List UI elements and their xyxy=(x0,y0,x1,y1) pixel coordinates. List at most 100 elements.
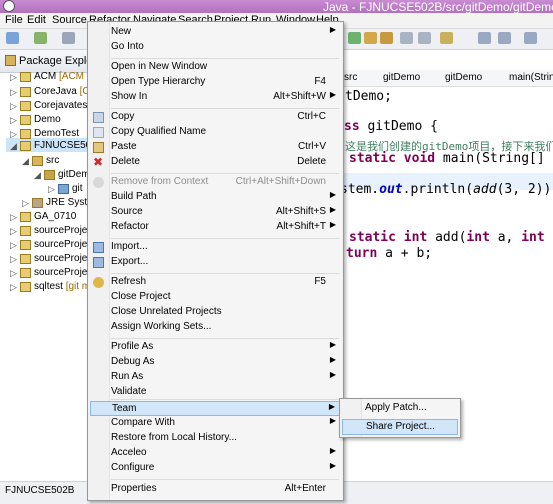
menu-item-profile-as[interactable]: Profile As ▶ xyxy=(90,340,341,355)
menu-item-open-new-window[interactable]: Open in New Window xyxy=(90,60,341,75)
code-line: tDemo; xyxy=(345,89,392,104)
expand-arrow-icon[interactable]: ▷ xyxy=(22,198,29,209)
perspective-icon[interactable] xyxy=(524,32,537,44)
project-folder-icon xyxy=(20,115,31,125)
menu-item-run-as[interactable]: Run As ▶ xyxy=(90,370,341,385)
menu-item-acceleo[interactable]: Acceleo ▶ xyxy=(90,446,341,461)
tree-label: DemoTest xyxy=(34,128,80,139)
new-icon[interactable] xyxy=(6,32,19,44)
menu-item-refactor[interactable]: Refactor Alt+Shift+T ▶ xyxy=(90,220,341,235)
back-icon[interactable] xyxy=(478,32,491,44)
open-type-icon[interactable] xyxy=(364,32,377,44)
last-edit-icon[interactable] xyxy=(440,32,453,44)
menu-item-team[interactable]: Team ▶ xyxy=(90,401,341,416)
import-icon xyxy=(93,242,104,253)
expand-arrow-icon[interactable]: ▷ xyxy=(10,226,17,237)
source-folder-icon xyxy=(32,156,43,166)
menu-item-apply-patch[interactable]: Apply Patch... xyxy=(342,401,458,417)
tree-label: sqltest xyxy=(34,281,63,292)
new-wizard-icon[interactable] xyxy=(34,32,47,44)
tree-label: GA_0710 xyxy=(34,211,77,222)
menu-item-source[interactable]: Source Alt+Shift+S ▶ xyxy=(90,205,341,220)
team-submenu: Apply Patch... Share Project... xyxy=(339,398,461,438)
project-folder-icon xyxy=(20,226,31,236)
collapse-arrow-icon[interactable]: ◢ xyxy=(10,141,17,152)
menu-item-paste[interactable]: Paste Ctrl+V xyxy=(90,140,341,155)
expand-arrow-icon[interactable]: ▷ xyxy=(10,87,17,98)
menu-item-properties[interactable]: Properties Alt+Enter xyxy=(90,482,341,497)
collapse-arrow-icon[interactable]: ◢ xyxy=(34,170,41,181)
tree-label: src xyxy=(46,155,60,166)
expand-arrow-icon[interactable]: ▷ xyxy=(10,129,17,140)
menu-separator xyxy=(111,479,339,480)
collapse-arrow-icon[interactable]: ◢ xyxy=(22,156,29,167)
menu-item-validate[interactable]: Validate xyxy=(90,385,341,400)
menu-item-copy-qualified-name[interactable]: Copy Qualified Name xyxy=(90,125,341,140)
search-icon[interactable] xyxy=(380,32,393,44)
refresh-icon xyxy=(93,277,104,288)
menu-file[interactable]: File xyxy=(5,14,23,26)
project-folder-icon xyxy=(20,282,31,292)
breadcrumb-package[interactable]: gitDemo xyxy=(383,72,420,83)
library-icon xyxy=(32,198,43,208)
menu-item-go-into[interactable]: Go Into xyxy=(90,40,341,55)
tree-label: sourceProject xyxy=(34,267,96,278)
menu-item-copy[interactable]: Copy Ctrl+C xyxy=(90,110,341,125)
forward-icon[interactable] xyxy=(498,32,511,44)
menu-item-open-type-hierarchy[interactable]: Open Type Hierarchy F4 xyxy=(90,75,341,90)
expand-arrow-icon[interactable]: ▷ xyxy=(10,72,17,83)
prev-annotation-icon[interactable] xyxy=(418,32,431,44)
breadcrumb-class[interactable]: gitDemo xyxy=(445,72,482,83)
menu-item-assign-working-sets[interactable]: Assign Working Sets... xyxy=(90,320,341,335)
code-line: ss gitDemo { xyxy=(344,119,438,134)
menu-item-close-project[interactable]: Close Project xyxy=(90,290,341,305)
project-folder-icon xyxy=(20,101,31,111)
menu-item-import[interactable]: Import... xyxy=(90,240,341,255)
menu-item-build-path[interactable]: Build Path ▶ xyxy=(90,190,341,205)
menu-edit[interactable]: Edit xyxy=(27,14,46,26)
menu-item-export[interactable]: Export... xyxy=(90,255,341,270)
context-menu: New ▶ Go Into Open in New Window Open Typ… xyxy=(87,21,344,501)
tree-label: ACM xyxy=(34,71,57,82)
expand-arrow-icon[interactable]: ▷ xyxy=(10,115,17,126)
menu-item-show-in[interactable]: Show In Alt+Shift+W ▶ xyxy=(90,90,341,105)
expand-arrow-icon[interactable]: ▷ xyxy=(10,240,17,251)
code-line: static int add(int a, int b xyxy=(349,230,553,245)
project-folder-icon xyxy=(20,87,31,97)
menu-item-share-project[interactable]: Share Project... xyxy=(342,419,458,435)
menu-item-debug-as[interactable]: Debug As ▶ xyxy=(90,355,341,370)
menu-item-restore-local-history[interactable]: Restore from Local History... xyxy=(90,431,341,446)
breadcrumb-method[interactable]: main(String xyxy=(509,72,553,83)
export-icon xyxy=(93,257,104,268)
expand-arrow-icon[interactable]: ▷ xyxy=(10,268,17,279)
project-folder-icon xyxy=(20,254,31,264)
tree-label: CoreJava xyxy=(34,86,77,97)
save-icon[interactable] xyxy=(62,32,75,44)
menu-item-remove-from-context[interactable]: Remove from Context Ctrl+Alt+Shift+Down xyxy=(90,175,341,190)
menu-item-refresh[interactable]: Refresh F5 xyxy=(90,275,341,290)
submenu-arrow-icon: ▶ xyxy=(329,220,336,229)
submenu-arrow-icon: ▶ xyxy=(329,190,336,199)
project-folder-icon xyxy=(20,212,31,222)
breadcrumb-src[interactable]: src xyxy=(344,72,357,83)
menu-item-new[interactable]: New ▶ xyxy=(90,25,341,40)
menu-item-compare-with[interactable]: Compare With ▶ xyxy=(90,416,341,431)
eclipse-app-icon[interactable] xyxy=(3,0,15,12)
expand-arrow-icon[interactable]: ▷ xyxy=(10,212,17,223)
project-folder-icon xyxy=(20,129,31,139)
expand-arrow-icon[interactable]: ▷ xyxy=(10,101,17,112)
next-annotation-icon[interactable] xyxy=(400,32,413,44)
menu-source[interactable]: Source xyxy=(52,14,87,26)
run-icon[interactable] xyxy=(348,32,361,44)
expand-arrow-icon[interactable]: ▷ xyxy=(10,282,17,293)
code-line: turn a + b; xyxy=(346,246,433,261)
menu-item-delete[interactable]: ✖ Delete Delete xyxy=(90,155,341,170)
copy-icon xyxy=(93,112,104,123)
package-explorer-icon xyxy=(5,55,16,66)
expand-arrow-icon[interactable]: ▷ xyxy=(10,254,17,265)
menu-item-close-unrelated-projects[interactable]: Close Unrelated Projects xyxy=(90,305,341,320)
menu-separator xyxy=(111,238,339,239)
expand-arrow-icon[interactable]: ▷ xyxy=(48,184,55,195)
code-line: static void main(String[] a xyxy=(349,151,553,166)
menu-item-configure[interactable]: Configure ▶ xyxy=(90,461,341,476)
